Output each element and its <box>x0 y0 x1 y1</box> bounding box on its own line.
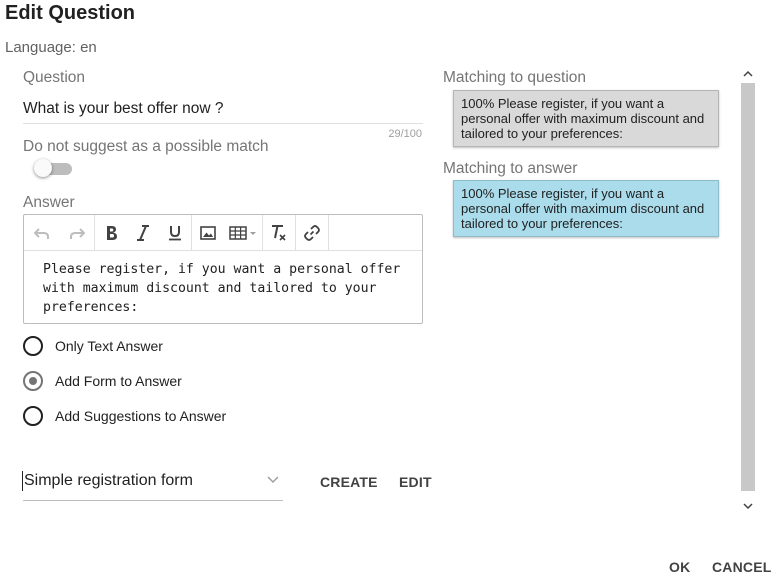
suggest-toggle[interactable] <box>34 159 72 177</box>
matching-question-box: 100% Please register, if you want a pers… <box>453 90 719 147</box>
bold-button[interactable] <box>95 215 127 250</box>
redo-button[interactable] <box>59 215 94 250</box>
clear-format-icon <box>272 224 286 241</box>
undo-button[interactable] <box>24 215 59 250</box>
answer-text[interactable]: Please register, if you want a personal … <box>43 260 403 317</box>
radio-dot <box>29 377 37 385</box>
undo-icon <box>33 227 49 239</box>
radio-circle <box>23 336 43 356</box>
scrollbar-thumb[interactable] <box>741 83 755 491</box>
table-icon <box>229 225 256 240</box>
form-select[interactable]: Simple registration form <box>22 466 283 501</box>
question-char-counter: 29/100 <box>388 128 422 140</box>
link-icon <box>304 224 320 241</box>
link-button[interactable] <box>296 215 328 250</box>
chevron-down-icon <box>267 476 279 484</box>
clear-format-button[interactable] <box>263 215 295 250</box>
matching-answer-label: Matching to answer <box>443 160 578 177</box>
image-button[interactable] <box>192 215 224 250</box>
edit-button[interactable]: EDIT <box>399 474 432 490</box>
underline-icon <box>169 225 181 240</box>
radio-label: Add Form to Answer <box>55 373 182 389</box>
scroll-up-button[interactable] <box>742 67 754 81</box>
chevron-up-icon <box>743 70 753 77</box>
bold-icon <box>107 225 117 240</box>
language-indicator: Language: en <box>5 39 97 56</box>
question-label: Question <box>23 69 86 86</box>
radio-add-suggestions-to-answer[interactable]: Add Suggestions to Answer <box>23 406 226 426</box>
scroll-down-button[interactable] <box>742 499 754 513</box>
matching-answer-box: 100% Please register, if you want a pers… <box>453 180 719 237</box>
text-cursor <box>22 471 23 491</box>
clear-group <box>263 215 296 250</box>
history-group <box>24 215 95 250</box>
answer-label: Answer <box>23 194 75 211</box>
redo-icon <box>69 227 85 239</box>
dialog-title: Edit Question <box>5 2 135 24</box>
toggle-thumb <box>34 159 52 177</box>
radio-label: Add Suggestions to Answer <box>55 408 227 424</box>
matching-question-label: Matching to question <box>443 69 587 86</box>
underline-button[interactable] <box>159 215 191 250</box>
question-input[interactable] <box>23 95 423 124</box>
answer-rich-text-editor[interactable]: Please register, if you want a personal … <box>23 214 423 324</box>
form-select-value: Simple registration form <box>24 472 193 489</box>
image-icon <box>200 225 216 240</box>
insert-group <box>192 215 263 250</box>
chevron-down-icon <box>743 503 753 510</box>
format-group <box>95 215 192 250</box>
radio-add-form-to-answer[interactable]: Add Form to Answer <box>23 371 182 391</box>
editor-toolbar <box>24 215 422 251</box>
italic-button[interactable] <box>127 215 159 250</box>
ok-button[interactable]: OK <box>669 559 690 575</box>
create-button[interactable]: CREATE <box>320 474 378 490</box>
cancel-button[interactable]: CANCEL <box>712 559 772 575</box>
radio-circle-selected <box>23 371 43 391</box>
radio-circle <box>23 406 43 426</box>
link-group <box>296 215 329 250</box>
suggest-toggle-label: Do not suggest as a possible match <box>23 138 269 155</box>
table-button[interactable] <box>224 215 262 250</box>
italic-icon <box>137 224 149 241</box>
radio-only-text-answer[interactable]: Only Text Answer <box>23 336 163 356</box>
radio-label: Only Text Answer <box>55 338 163 354</box>
